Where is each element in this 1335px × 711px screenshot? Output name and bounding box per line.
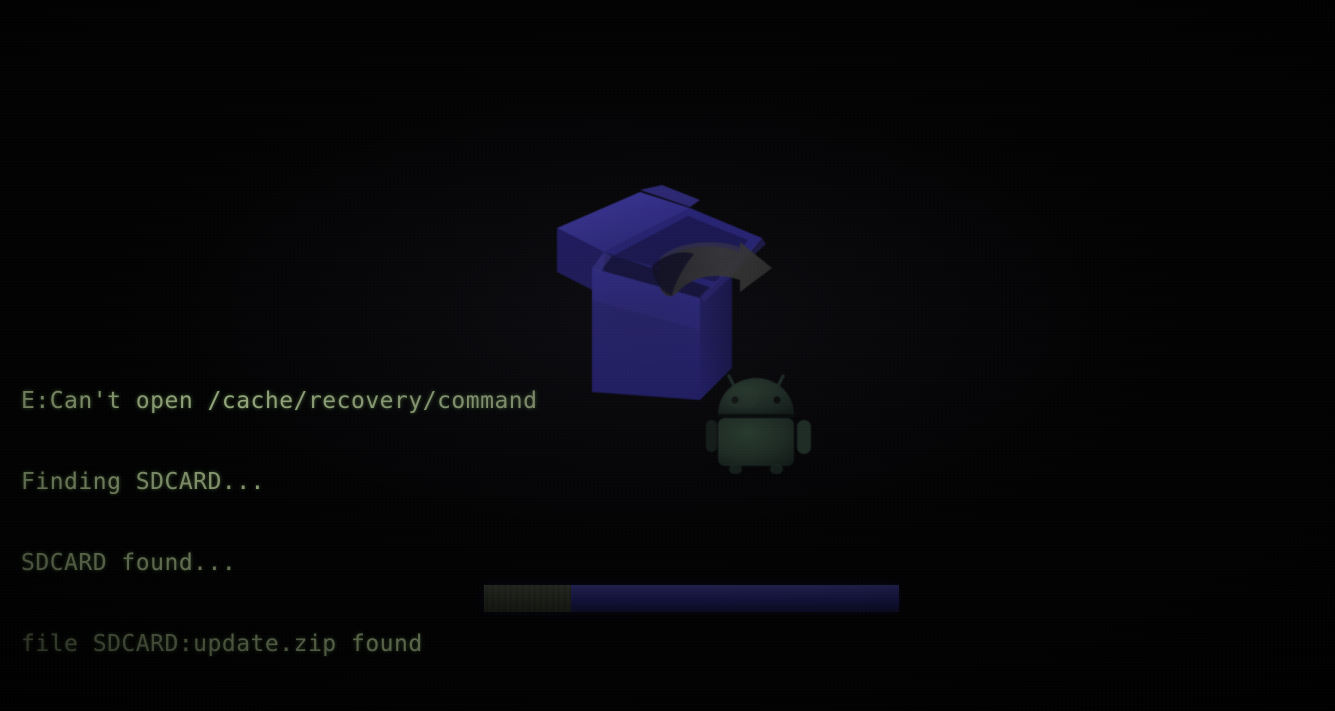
- progress-gloss: [484, 585, 899, 612]
- android-recovery-screen: E:Can't open /cache/recovery/command Fin…: [0, 0, 1335, 711]
- install-progress-bar: [484, 585, 899, 612]
- install-arrow: [652, 242, 772, 297]
- console-line: E:Can't open /cache/recovery/command: [21, 388, 538, 414]
- console-line: Finding SDCARD...: [21, 469, 265, 495]
- recovery-console-log: E:Can't open /cache/recovery/command Fin…: [21, 334, 753, 711]
- console-line: file SDCARD:update.zip found: [21, 631, 423, 657]
- console-line: SDCARD found...: [21, 550, 237, 576]
